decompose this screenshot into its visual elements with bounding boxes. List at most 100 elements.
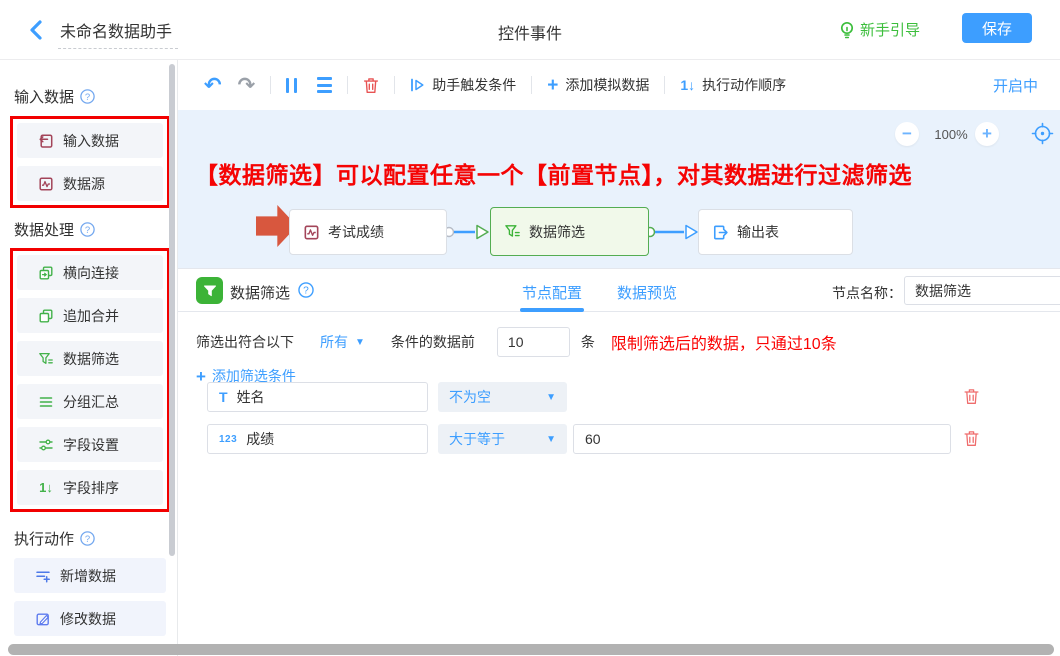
svg-text:?: ? [85,533,90,544]
toolbar-divider [531,76,532,94]
add-mock-data-button[interactable]: + 添加模拟数据 [547,75,649,95]
sidebar-item-label: 新增数据 [60,566,116,586]
node-name-label: 节点名称： [832,283,902,303]
sidebar-item-field-settings[interactable]: 字段设置 [17,427,163,462]
node-output-table[interactable]: 输出表 [698,209,853,255]
action-order-button[interactable]: 1↓ 执行动作顺序 [680,75,786,95]
question-circle-icon[interactable]: ? [298,282,314,298]
align-horizontal-icon[interactable] [317,77,332,93]
horizontal-scrollbar[interactable] [8,644,1054,655]
export-table-icon [712,224,729,241]
annotation-box-process: 横向连接 追加合并 数据筛选 分组汇总 [10,248,170,512]
sidebar-item-label: 分组汇总 [63,392,119,412]
group-title: 输入数据 [14,86,74,107]
caret-down-icon: ▼ [546,392,556,403]
operator-select-not-empty[interactable]: 不为空 ▼ [438,382,567,412]
tab-node-config[interactable]: 节点配置 [522,269,582,312]
question-circle-icon[interactable]: ? [80,222,95,237]
sidebar-item-data-filter[interactable]: 数据筛选 [17,341,163,376]
node-label: 输出表 [737,222,779,242]
sidebar-item-add-data[interactable]: 新增数据 [14,558,166,593]
question-circle-icon[interactable]: ? [80,89,95,104]
node-config-panel: 数据筛选 ? 节点配置 数据预览 节点名称： 筛选出符合以下 所有 ▼ 条件的数… [178,268,1060,656]
group-title: 数据处理 [14,219,74,240]
sidebar-item-label: 横向连接 [63,263,119,283]
limit-count-input[interactable] [497,327,570,357]
delete-condition-icon[interactable] [964,430,979,447]
trigger-play-icon [410,78,425,92]
question-circle-icon[interactable]: ? [80,531,95,546]
condition-value-input[interactable] [573,424,951,454]
tab-data-preview[interactable]: 数据预览 [617,269,677,312]
match-mode-select[interactable]: 所有 [320,332,348,352]
annotation-box-input: 输入数据 数据源 [10,116,170,208]
sort-icon: 1↓ [38,480,54,495]
sidebar-item-append-merge[interactable]: 追加合并 [17,298,163,333]
sidebar-item-modify-data[interactable]: 修改数据 [14,601,166,636]
import-data-icon [38,133,54,149]
data-filter-node-icon [196,277,223,304]
toolbar-divider [270,76,271,94]
node-name-input[interactable] [904,276,1060,305]
field-name: 成绩 [246,429,274,449]
condition-row: T 姓名 不为空 ▼ [178,382,1060,412]
svg-text:?: ? [85,224,90,235]
toolbar-divider [664,76,665,94]
caret-down-icon[interactable]: ▼ [355,337,365,348]
save-button[interactable]: 保存 [962,13,1032,43]
panel-header: 数据筛选 ? 节点配置 数据预览 节点名称： [178,269,1060,312]
sidebar-item-input-data[interactable]: 输入数据 [17,123,163,158]
sidebar-item-label: 数据源 [63,174,105,194]
operator-select-gte[interactable]: 大于等于 ▼ [438,424,567,454]
delete-node-icon[interactable] [363,77,379,94]
add-data-icon [35,568,51,584]
node-label: 考试成绩 [328,222,384,242]
text-type-icon: T [219,389,228,405]
sort-order-icon: 1↓ [680,77,695,93]
waveform-icon [38,176,54,192]
undo-icon[interactable]: ↶ [204,75,222,96]
field-name: 姓名 [237,387,265,407]
sidebar-item-datasource[interactable]: 数据源 [17,166,163,201]
panel-title: 数据筛选 [230,282,290,303]
sidebar-item-field-sort[interactable]: 1↓ 字段排序 [17,470,163,505]
edit-data-icon [35,611,51,627]
sliders-icon [38,437,54,453]
filter-funnel-icon [38,351,54,367]
waveform-icon [303,224,320,241]
sidebar-item-horizontal-join[interactable]: 横向连接 [17,255,163,290]
toolbar-divider [347,76,348,94]
sidebar-item-label: 数据筛选 [63,349,119,369]
status-toggle[interactable]: 开启中 [993,75,1038,96]
filter-prefix-text: 筛选出符合以下 [196,332,294,352]
sidebar-item-label: 修改数据 [60,609,116,629]
limit-annotation-text: 限制筛选后的数据，只通过10条 [611,330,837,354]
operator-label: 大于等于 [449,429,505,449]
flow-canvas[interactable]: − 100% + 【数据筛选】可以配置任意一个【前置节点】，对其数据进行过滤筛选 [178,110,1060,268]
trigger-condition-button[interactable]: 助手触发条件 [410,75,516,95]
append-merge-icon [38,308,54,324]
sidebar-item-label: 字段设置 [63,435,119,455]
sidebar-group-action-header: 执行动作 ? [14,528,177,548]
plus-icon: + [547,76,558,95]
svg-text:?: ? [303,286,309,297]
field-select-score[interactable]: 123 成绩 [207,424,428,454]
redo-icon[interactable]: ↷ [238,75,256,96]
filter-unit-text: 条 [581,332,595,352]
canvas-toolbar: ↶ ↷ 助手触发条件 + 添加模拟数据 1↓ 执行动作顺序 开启中 [178,60,1060,110]
guide-button[interactable]: 新手引导 [839,19,920,40]
condition-row: 123 成绩 大于等于 ▼ [178,424,1060,454]
lightbulb-icon [839,21,855,39]
operator-label: 不为空 [449,387,491,407]
group-title: 执行动作 [14,528,74,549]
add-mock-data-label: 添加模拟数据 [565,75,649,95]
sidebar-item-group-summary[interactable]: 分组汇总 [17,384,163,419]
filter-funnel-icon [504,223,521,240]
node-exam-scores[interactable]: 考试成绩 [289,209,447,255]
sidebar: 输入数据 ? 输入数据 数据源 数据处理 ? [0,60,178,656]
node-data-filter[interactable]: 数据筛选 [490,207,649,256]
align-vertical-icon[interactable] [286,78,297,93]
field-select-name[interactable]: T 姓名 [207,382,428,412]
delete-condition-icon[interactable] [964,388,979,405]
sidebar-scrollbar[interactable] [169,64,175,556]
